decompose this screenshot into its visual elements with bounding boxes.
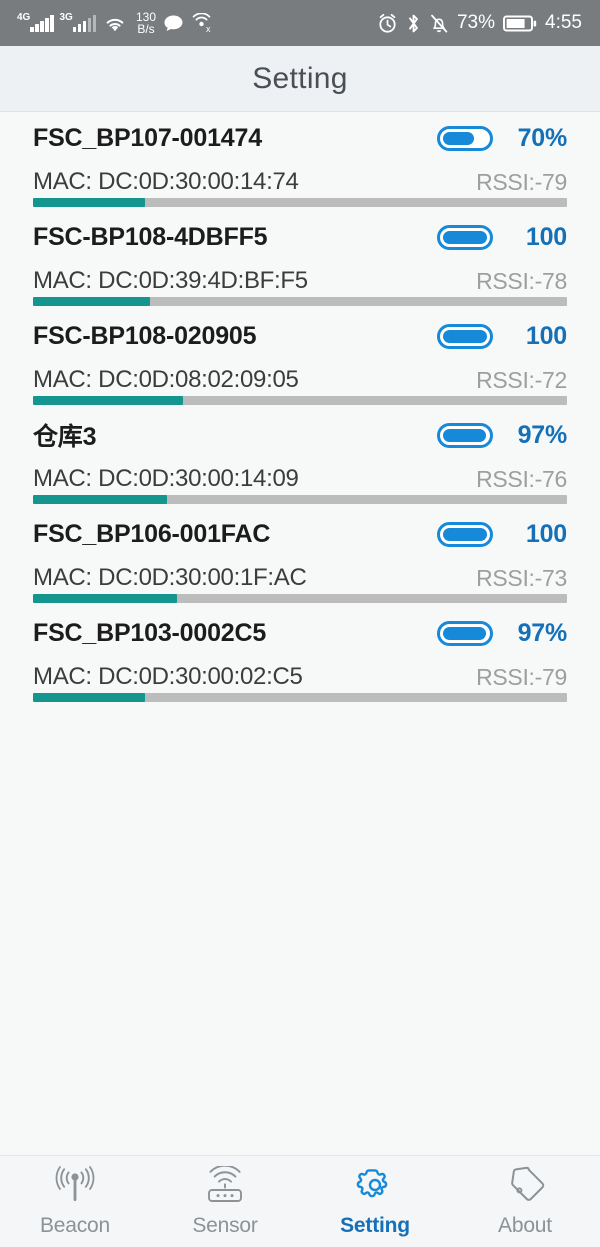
- tab-about[interactable]: About: [450, 1156, 600, 1247]
- tab-setting-label: Setting: [340, 1214, 410, 1237]
- battery-indicator: 100: [437, 520, 567, 549]
- device-row-bottom: MAC: DC:0D:30:00:14:09 RSSI:-76: [33, 459, 567, 499]
- device-row-bottom: MAC: DC:0D:30:00:1F:AC RSSI:-73: [33, 558, 567, 598]
- device-row-top: 仓库3 97%: [33, 411, 567, 459]
- device-rssi: RSSI:-72: [476, 366, 567, 393]
- device-row-top: FSC-BP108-4DBFF5 100: [33, 213, 567, 261]
- device-rssi: RSSI:-79: [476, 168, 567, 195]
- battery-indicator: 100: [437, 223, 567, 252]
- tab-sensor-label: Sensor: [192, 1214, 258, 1237]
- beacon-antenna-icon: [52, 1165, 98, 1207]
- title-bar: Setting: [0, 46, 600, 112]
- device-rssi: RSSI:-76: [476, 465, 567, 492]
- battery-level-label: 97%: [517, 618, 568, 647]
- status-bar-right: 73% 4:55: [377, 12, 582, 34]
- device-row[interactable]: FSC-BP108-020905 100 MAC: DC:0D:08:02:09:0…: [0, 312, 600, 411]
- device-name: 仓库3: [33, 423, 97, 451]
- battery-level-label: 70%: [517, 123, 568, 152]
- alarm-clock-icon: [377, 13, 398, 34]
- tab-beacon[interactable]: Beacon: [0, 1156, 150, 1247]
- chat-bubble-icon: [163, 14, 184, 33]
- tab-about-label: About: [498, 1214, 552, 1237]
- signal-progress-bar: [33, 594, 567, 603]
- tab-setting[interactable]: Setting: [300, 1156, 450, 1247]
- tab-beacon-label: Beacon: [39, 1214, 111, 1237]
- battery-indicator: 70%: [437, 124, 567, 153]
- data-rate-indicator: 130 B/s: [136, 11, 156, 35]
- bluetooth-icon: [406, 13, 421, 34]
- page-title: Setting: [252, 61, 348, 95]
- device-mac: MAC: DC:0D:39:4D:BF:F5: [33, 267, 308, 294]
- tab-sensor[interactable]: Sensor: [150, 1156, 300, 1247]
- device-row-top: FSC_BP106-001FAC 100: [33, 510, 567, 558]
- battery-level-icon: [437, 620, 493, 646]
- battery-indicator: 97%: [437, 421, 567, 450]
- device-mac: MAC: DC:0D:30:00:1F:AC: [33, 564, 307, 591]
- bell-muted-icon: [429, 13, 449, 34]
- device-mac: MAC: DC:0D:30:00:02:C5: [33, 663, 303, 690]
- cellular-primary-label: 4G: [17, 11, 31, 23]
- battery-indicator: 100: [437, 322, 567, 351]
- battery-level-icon: [437, 224, 493, 250]
- device-row[interactable]: FSC_BP106-001FAC 100 MAC: DC:0D:30:00:1F:A…: [0, 510, 600, 609]
- cellular-signal-secondary: 3G: [59, 11, 96, 32]
- device-mac: MAC: DC:0D:30:00:14:74: [33, 168, 299, 195]
- device-rssi: RSSI:-73: [476, 564, 567, 591]
- battery-level-icon: [437, 125, 493, 151]
- device-row[interactable]: 仓库3 97% MAC: DC:0D:30:00:14:09 RSSI:-76: [0, 411, 600, 510]
- device-name: FSC_BP107-001474: [33, 123, 262, 152]
- device-row[interactable]: FSC_BP107-001474 70% MAC: DC:0D:30:00:14:7…: [0, 114, 600, 213]
- clock-label: 4:55: [545, 12, 582, 33]
- cellular-secondary-label: 3G: [59, 11, 73, 23]
- signal-progress-bar: [33, 297, 567, 306]
- battery-level-label: 97%: [517, 420, 568, 449]
- device-row-bottom: MAC: DC:0D:08:02:09:05 RSSI:-72: [33, 360, 567, 400]
- device-mac: MAC: DC:0D:30:00:14:09: [33, 465, 299, 492]
- device-name: FSC-BP108-4DBFF5: [33, 222, 268, 251]
- battery-level-icon: [437, 323, 493, 349]
- signal-progress-bar: [33, 396, 567, 405]
- wifi-icon: [103, 14, 127, 33]
- device-name: FSC_BP106-001FAC: [33, 519, 271, 548]
- bottom-navigation: Beacon Sensor Setting About: [0, 1155, 600, 1247]
- sensor-router-icon: [203, 1165, 247, 1207]
- battery-level-label: 100: [525, 321, 567, 350]
- hotspot-disabled-icon: x: [191, 13, 214, 33]
- device-row[interactable]: FSC_BP103-0002C5 97% MAC: DC:0D:30:00:02:C…: [0, 609, 600, 708]
- battery-icon: [503, 14, 537, 33]
- status-bar: 4G 3G 130 B/s x 73% 4:55: [0, 0, 600, 46]
- device-name: FSC-BP108-020905: [33, 321, 257, 350]
- device-rssi: RSSI:-79: [476, 663, 567, 690]
- device-row-bottom: MAC: DC:0D:39:4D:BF:F5 RSSI:-78: [33, 261, 567, 301]
- svg-text:x: x: [206, 24, 211, 33]
- battery-level-icon: [437, 422, 493, 448]
- battery-indicator: 97%: [437, 619, 567, 648]
- cellular-signal-primary: 4G: [17, 11, 54, 32]
- battery-level-icon: [437, 521, 493, 547]
- signal-progress-bar: [33, 693, 567, 702]
- device-mac: MAC: DC:0D:08:02:09:05: [33, 366, 299, 393]
- app-root: 4G 3G 130 B/s x 73% 4:55 Setting FSC_BP1…: [0, 0, 600, 1247]
- battery-level-label: 100: [525, 222, 567, 251]
- device-list[interactable]: FSC_BP107-001474 70% MAC: DC:0D:30:00:14:7…: [0, 112, 600, 1155]
- signal-progress-bar: [33, 495, 567, 504]
- device-row-bottom: MAC: DC:0D:30:00:14:74 RSSI:-79: [33, 162, 567, 202]
- signal-progress-bar: [33, 198, 567, 207]
- device-name: FSC_BP103-0002C5: [33, 618, 267, 647]
- device-row[interactable]: FSC-BP108-4DBFF5 100 MAC: DC:0D:39:4D:BF:F…: [0, 213, 600, 312]
- data-rate-unit: B/s: [137, 22, 155, 36]
- battery-percent-label: 73%: [456, 12, 496, 33]
- device-rssi: RSSI:-78: [476, 267, 567, 294]
- tag-icon: [504, 1165, 546, 1207]
- device-row-top: FSC_BP107-001474 70%: [33, 114, 567, 162]
- device-row-top: FSC-BP108-020905 100: [33, 312, 567, 360]
- device-row-bottom: MAC: DC:0D:30:00:02:C5 RSSI:-79: [33, 657, 567, 697]
- status-bar-left: 4G 3G 130 B/s x: [17, 11, 214, 35]
- battery-level-label: 100: [525, 519, 567, 548]
- gear-icon: [355, 1165, 395, 1207]
- device-row-top: FSC_BP103-0002C5 97%: [33, 609, 567, 657]
